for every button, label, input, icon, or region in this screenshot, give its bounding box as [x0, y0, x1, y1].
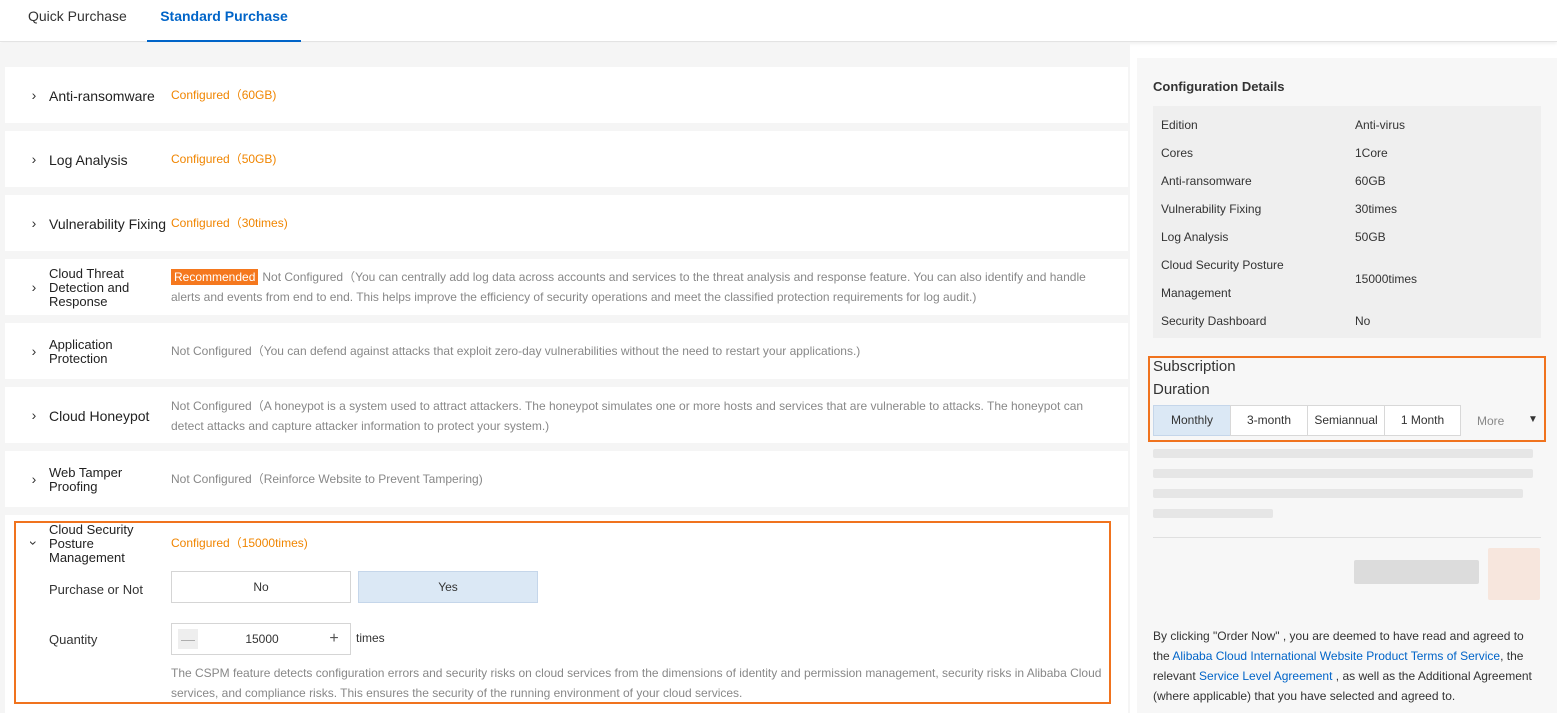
status-text: Not Configured（You can defend against at… — [171, 344, 861, 358]
configuration-details-table: Edition Anti-virus Cores 1Core Anti-rans… — [1153, 106, 1541, 338]
service-level-agreement-link[interactable]: Service Level Agreement — [1199, 669, 1332, 683]
config-key: Vulnerability Fixing — [1161, 202, 1262, 216]
terms-of-service-link[interactable]: Alibaba Cloud International Website Prod… — [1172, 649, 1500, 663]
status-text: Configured（60GB) — [171, 88, 277, 102]
order-legal-text: By clicking "Order Now" , you are deemed… — [1153, 629, 1532, 703]
chevron-right-icon[interactable]: › — [27, 151, 41, 167]
section-application-protection[interactable]: › Application Protection Not Configured（… — [5, 323, 1128, 379]
chevron-right-icon[interactable]: › — [27, 87, 41, 103]
status-text: Not Configured（A honeypot is a system us… — [171, 399, 1084, 433]
status-text: Configured（30times) — [171, 216, 288, 230]
config-value: 60GB — [1355, 174, 1386, 188]
section-web-tamper-proofing[interactable]: › Web Tamper Proofing Not Configured（Rei… — [5, 451, 1128, 507]
config-key: Cores — [1161, 146, 1194, 160]
config-value: 1Core — [1355, 146, 1388, 160]
status-text: Configured（50GB) — [171, 152, 277, 166]
status-text: Not Configured（Reinforce Website to Prev… — [171, 472, 483, 486]
config-value: 15000times — [1355, 272, 1418, 286]
status-text: Not Configured（You can centrally add log… — [171, 270, 1086, 304]
blurred-price — [1354, 560, 1479, 584]
section-title: Web Tamper Proofing — [49, 465, 123, 494]
purchase-tabs: Quick Purchase Standard Purchase — [0, 0, 1557, 42]
blurred-text — [1153, 509, 1273, 518]
blurred-text — [1153, 449, 1533, 458]
config-key: Log Analysis — [1161, 230, 1229, 244]
config-key: Anti-ransomware — [1161, 174, 1252, 188]
section-title: Cloud Threat Detection and Response — [49, 266, 130, 309]
recommended-badge: Recommended — [171, 269, 259, 285]
section-title: Log Analysis — [49, 152, 128, 168]
blurred-text — [1153, 489, 1523, 498]
config-value: No — [1355, 314, 1371, 328]
chevron-right-icon[interactable]: › — [27, 407, 41, 423]
blurred-text — [1153, 469, 1533, 478]
section-vulnerability-fixing[interactable]: › Vulnerability Fixing Configured（30time… — [5, 195, 1128, 251]
config-value: Anti-virus — [1355, 118, 1406, 132]
chevron-right-icon[interactable]: › — [27, 279, 41, 295]
divider — [1153, 537, 1541, 538]
tab-standard-purchase[interactable]: Standard Purchase — [147, 0, 301, 42]
section-cloud-threat-detection[interactable]: › Cloud Threat Detection and Response Re… — [5, 259, 1128, 315]
chevron-right-icon[interactable]: › — [27, 343, 41, 359]
chevron-right-icon[interactable]: › — [27, 215, 41, 231]
section-anti-ransomware[interactable]: › Anti-ransomware Configured（60GB) — [5, 67, 1128, 123]
section-cloud-honeypot[interactable]: › Cloud Honeypot Not Configured（A honeyp… — [5, 387, 1128, 443]
section-log-analysis[interactable]: › Log Analysis Configured（50GB) — [5, 131, 1128, 187]
section-title: Vulnerability Fixing — [49, 216, 166, 232]
tab-quick-purchase[interactable]: Quick Purchase — [28, 0, 127, 42]
cspm-highlight-box — [14, 521, 1111, 704]
section-title: Anti-ransomware — [49, 88, 155, 104]
config-key: Security Dashboard — [1161, 314, 1267, 328]
configuration-details-title: Configuration Details — [1153, 79, 1285, 94]
blurred-price — [1488, 548, 1540, 600]
config-key: Edition — [1161, 118, 1198, 132]
section-title: Cloud Honeypot — [49, 408, 150, 424]
section-title: Application Protection — [49, 337, 113, 366]
config-value: 50GB — [1355, 230, 1386, 244]
chevron-right-icon[interactable]: › — [27, 471, 41, 487]
config-key: Cloud Security Posture — [1161, 258, 1284, 272]
subscription-highlight-box — [1148, 356, 1546, 442]
config-key-continued: Management — [1161, 286, 1232, 300]
config-value: 30times — [1355, 202, 1398, 216]
